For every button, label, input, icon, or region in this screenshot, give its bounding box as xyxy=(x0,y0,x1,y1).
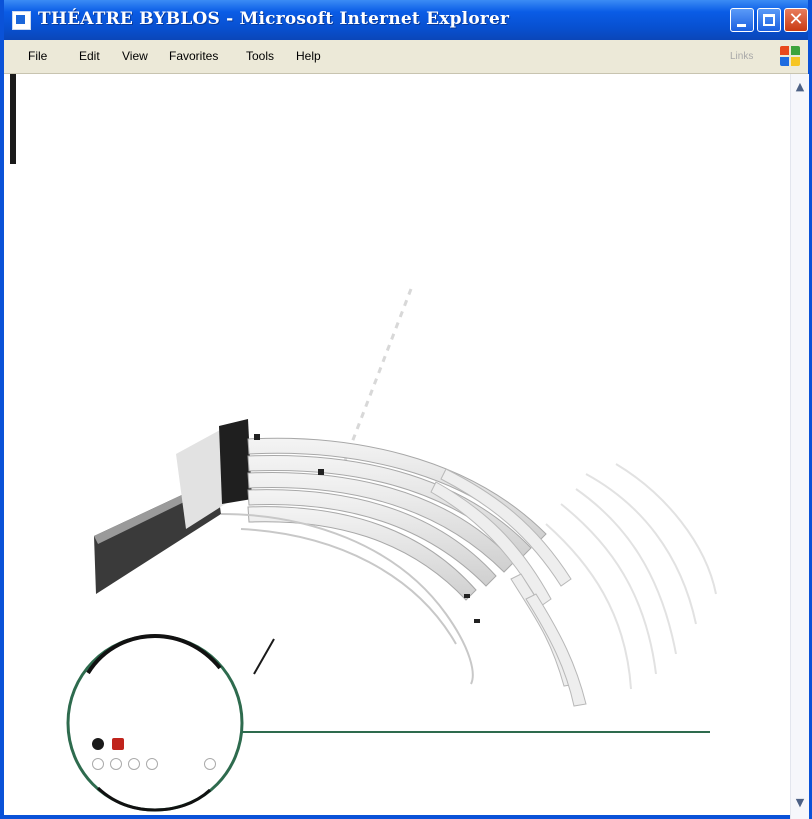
nav-dot[interactable] xyxy=(146,758,158,770)
nav-dot[interactable] xyxy=(204,758,216,770)
menu-file[interactable]: File xyxy=(28,49,47,63)
nav-dot-active[interactable] xyxy=(92,738,104,750)
title-bar[interactable]: THÉATRE BYBLOS - Microsoft Internet Expl… xyxy=(4,0,808,40)
nav-dot[interactable] xyxy=(128,758,140,770)
chevron-down-icon[interactable]: ▼ xyxy=(791,794,809,812)
menu-favorites[interactable]: Favorites xyxy=(169,49,218,63)
menu-help[interactable]: Help xyxy=(296,49,321,63)
seating-steps xyxy=(247,437,547,601)
vertical-scrollbar[interactable]: ▲ ▼ xyxy=(790,74,809,819)
close-icon: ✕ xyxy=(788,9,804,30)
menu-view[interactable]: View xyxy=(122,49,148,63)
seat-marker xyxy=(254,434,260,440)
minimize-button[interactable] xyxy=(730,8,754,32)
seating-edge xyxy=(219,419,252,504)
seat-marker xyxy=(318,469,324,475)
chevron-up-icon[interactable]: ▲ xyxy=(791,78,809,96)
menu-tools[interactable]: Tools xyxy=(246,49,274,63)
nav-dot[interactable] xyxy=(92,758,104,770)
links-label[interactable]: Links xyxy=(730,51,753,62)
maximize-button[interactable] xyxy=(757,8,781,32)
ie-page-icon xyxy=(12,11,31,30)
nav-dot-current[interactable] xyxy=(112,738,124,750)
windows-logo-icon xyxy=(780,46,802,68)
close-button[interactable]: ✕ xyxy=(784,8,808,32)
menu-bar: File Edit View Favorites Tools Help Link… xyxy=(4,40,808,74)
maximize-icon xyxy=(763,14,775,26)
minimize-icon xyxy=(737,24,746,27)
seat-marker xyxy=(464,594,470,598)
navigation-lens xyxy=(66,633,710,812)
window-title: THÉATRE BYBLOS - Microsoft Internet Expl… xyxy=(38,9,510,29)
nav-dot[interactable] xyxy=(110,758,122,770)
menu-edit[interactable]: Edit xyxy=(79,49,100,63)
seat-marker xyxy=(474,619,480,623)
